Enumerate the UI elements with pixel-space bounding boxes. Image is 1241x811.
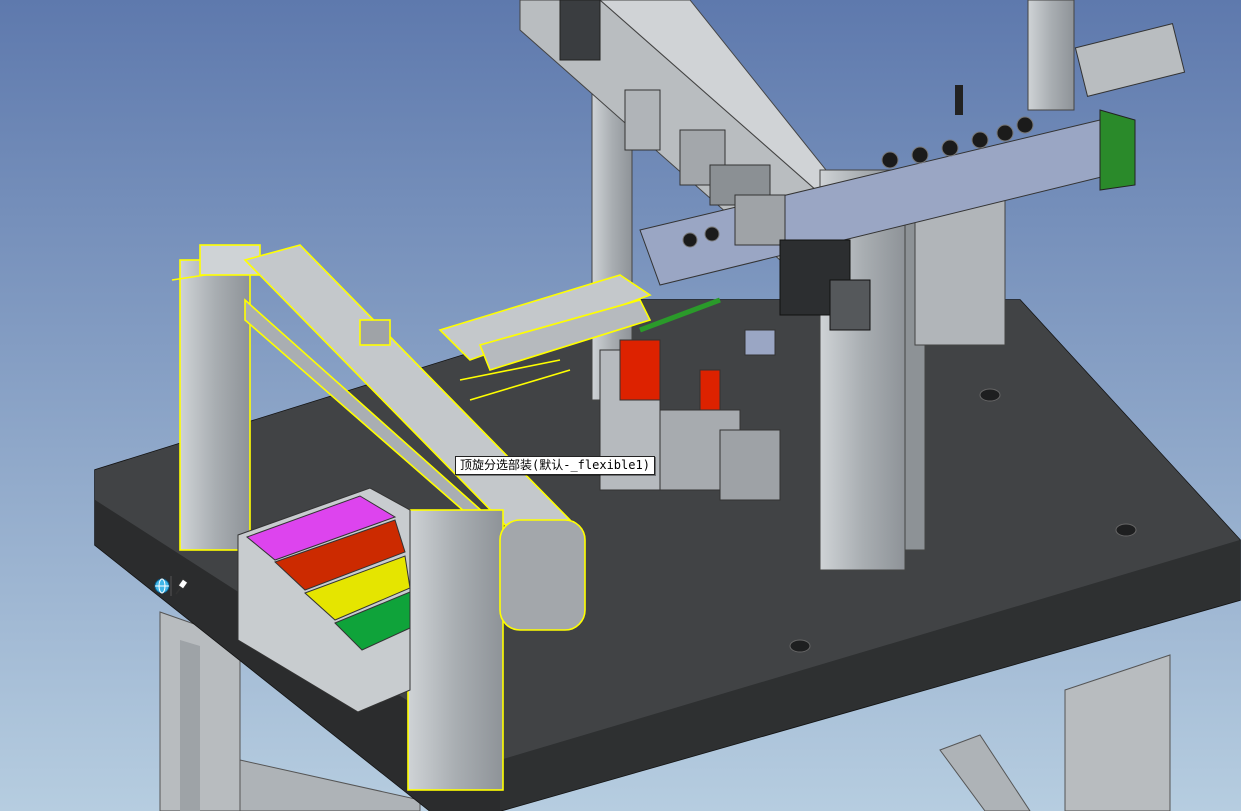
component-tooltip: 顶旋分选部装(默认-_flexible1) bbox=[455, 456, 655, 475]
globe-icon[interactable] bbox=[154, 578, 170, 594]
pushpin-icon[interactable] bbox=[170, 576, 189, 596]
cad-3d-viewport[interactable] bbox=[0, 0, 1241, 811]
view-pin-widget[interactable] bbox=[152, 574, 192, 600]
